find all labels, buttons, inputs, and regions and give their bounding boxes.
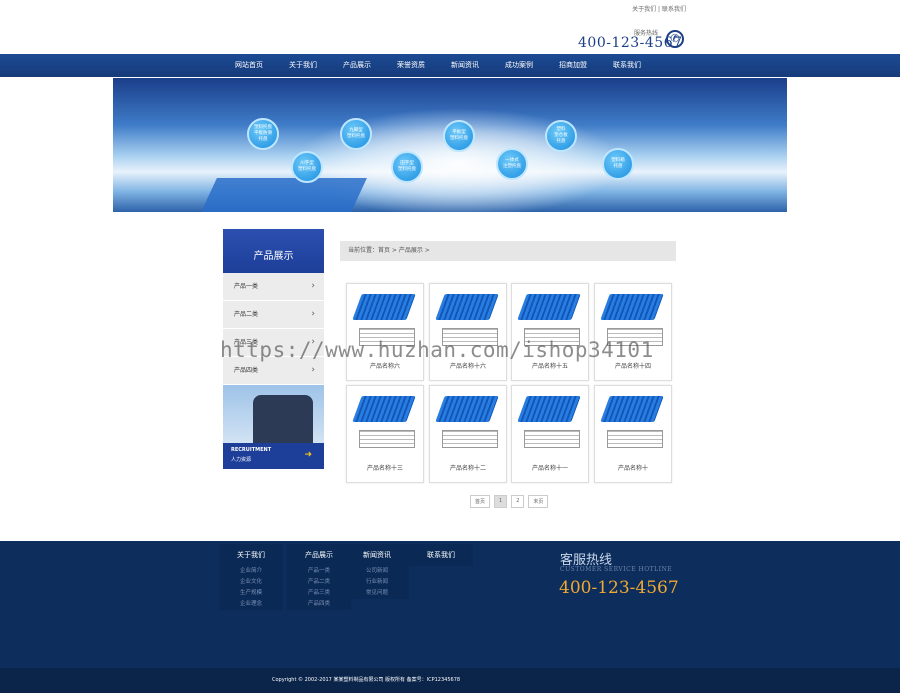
product-name: 产品名称十二	[449, 465, 486, 472]
top-link-contact[interactable]: 联系我们	[662, 6, 686, 13]
copyright-bar: Copyright © 2002-2017 某某塑料制品有限公司 版权所有 备案…	[0, 668, 900, 693]
sidebar-item-category-2[interactable]: 产品二类 ›	[223, 301, 324, 329]
chevron-right-icon: ›	[311, 281, 315, 291]
footer-link[interactable]: 企业理念	[219, 599, 283, 610]
footer-hotline-number: 400-123-4567	[559, 578, 679, 598]
footer-link[interactable]: 产品二类	[287, 577, 351, 588]
breadcrumb: 当前位置：首页 > 产品展示 >	[340, 241, 676, 261]
nav-item-honors[interactable]: 荣誉资质	[384, 54, 438, 77]
main-nav: 网站首页 关于我们 产品展示 荣誉资质 新闻资讯 成功案例 招商加盟 联系我们	[0, 54, 900, 77]
product-card[interactable]: 产品名称六	[346, 283, 424, 381]
footer-link[interactable]: 企业文化	[219, 577, 283, 588]
product-card[interactable]: 产品名称十三	[346, 385, 424, 483]
footer-col-title[interactable]: 联系我们	[409, 544, 473, 566]
recruitment-cn-label: 人力资源	[231, 457, 252, 463]
footer-col-contact: 联系我们	[409, 544, 473, 566]
sidebar-item-category-1[interactable]: 产品一类 ›	[223, 273, 324, 301]
top-link-about[interactable]: 关于我们	[632, 6, 656, 13]
hero-banner: 塑料托盘 平板防滑 托盘 川字型 塑料托盘 九脚型 塑料托盘 田字型 塑料托盘 …	[113, 78, 787, 212]
banner-bubble: 平板型 塑料托盘	[443, 120, 475, 152]
product-card[interactable]: 产品名称十六	[429, 283, 507, 381]
recruitment-bar: RECRUITMENT 人力资源 ➜	[223, 443, 324, 469]
footer-link[interactable]: 产品四类	[287, 599, 351, 610]
recruitment-banner[interactable]: RECRUITMENT 人力资源 ➜	[223, 385, 324, 469]
banner-pallet-image	[201, 178, 367, 212]
header: 关于我们 | 联系我们 服务热线 400-123-4567 ✆	[0, 0, 900, 54]
sidebar-item-label: 产品一类	[234, 283, 259, 290]
watermark-text: https://www.huzhan.com/ishop34101	[220, 338, 654, 362]
footer-link[interactable]: 行业新闻	[345, 577, 409, 588]
footer-link[interactable]: 企业简介	[219, 566, 283, 577]
pagination: 首页 1 2 末页	[470, 495, 549, 508]
product-name: 产品名称十四	[614, 363, 651, 370]
product-card[interactable]: 产品名称十一	[511, 385, 589, 483]
nav-item-news[interactable]: 新闻资讯	[438, 54, 492, 77]
arrow-right-icon: ➜	[304, 450, 312, 460]
banner-bubble: 塑料 垫仓板 托盘	[545, 120, 577, 152]
nav-item-products[interactable]: 产品展示	[330, 54, 384, 77]
product-name: 产品名称十一	[531, 465, 568, 472]
sidebar-item-label: 产品二类	[234, 311, 259, 318]
nav-item-franchise[interactable]: 招商加盟	[546, 54, 600, 77]
banner-bubble: 塑料托盘 平板防滑 托盘	[247, 118, 279, 150]
banner-bubble: 塑料箱 托盘	[602, 148, 634, 180]
pager-first[interactable]: 首页	[470, 495, 491, 508]
banner-bubble: 田字型 塑料托盘	[391, 151, 423, 183]
banner-bubble: 川字型 塑料托盘	[291, 151, 323, 183]
footer-link[interactable]: 生产规模	[219, 588, 283, 599]
top-links: 关于我们 | 联系我们	[632, 4, 686, 13]
footer-col-title[interactable]: 关于我们	[219, 544, 283, 566]
product-card[interactable]: 产品名称十	[594, 385, 672, 483]
chevron-right-icon: ›	[311, 309, 315, 319]
product-image	[434, 392, 502, 452]
product-card[interactable]: 产品名称十二	[429, 385, 507, 483]
nav-item-cases[interactable]: 成功案例	[492, 54, 546, 77]
footer-col-title[interactable]: 新闻资讯	[345, 544, 409, 566]
pager-page-1[interactable]: 1	[494, 495, 508, 508]
product-image	[516, 392, 584, 452]
footer: 关于我们 企业简介 企业文化 生产规模 企业理念 产品展示 产品一类 产品二类 …	[0, 541, 900, 668]
product-name: 产品名称六	[369, 363, 400, 370]
footer-col-about: 关于我们 企业简介 企业文化 生产规模 企业理念	[219, 544, 283, 610]
footer-hotline-subtitle: CUSTOMER SERVICE HOTLINE	[560, 566, 673, 573]
sidebar-item-label: 产品四类	[234, 367, 259, 374]
nav-item-contact[interactable]: 联系我们	[600, 54, 654, 77]
banner-bubble: 一体式 注塑托盘	[496, 148, 528, 180]
copyright-text: Copyright © 2002-2017 某某塑料制品有限公司 版权所有 备案…	[272, 677, 461, 683]
phone-icon: ✆	[666, 30, 684, 48]
product-card[interactable]: 产品名称十五	[511, 283, 589, 381]
product-image	[351, 392, 419, 452]
product-card[interactable]: 产品名称十四	[594, 283, 672, 381]
sidebar-title: 产品展示	[223, 229, 324, 273]
recruitment-en-label: RECRUITMENT	[231, 447, 272, 453]
nav-item-about[interactable]: 关于我们	[276, 54, 330, 77]
footer-link[interactable]: 产品三类	[287, 588, 351, 599]
product-name: 产品名称十	[617, 465, 648, 472]
footer-link[interactable]: 常见问题	[345, 588, 409, 599]
recruitment-photo	[253, 395, 313, 445]
banner-bubble: 九脚型 塑料托盘	[340, 118, 372, 150]
nav-item-home[interactable]: 网站首页	[222, 54, 276, 77]
pager-page-2[interactable]: 2	[511, 495, 525, 508]
footer-col-title[interactable]: 产品展示	[287, 544, 351, 566]
pager-last[interactable]: 末页	[528, 495, 549, 508]
product-image	[599, 392, 667, 452]
product-name: 产品名称十五	[531, 363, 568, 370]
product-name: 产品名称十三	[366, 465, 403, 472]
footer-link[interactable]: 产品一类	[287, 566, 351, 577]
footer-col-news: 新闻资讯 公司新闻 行业新闻 常见问题	[345, 544, 409, 599]
footer-link[interactable]: 公司新闻	[345, 566, 409, 577]
product-name: 产品名称十六	[449, 363, 486, 370]
footer-col-products: 产品展示 产品一类 产品二类 产品三类 产品四类	[287, 544, 351, 610]
